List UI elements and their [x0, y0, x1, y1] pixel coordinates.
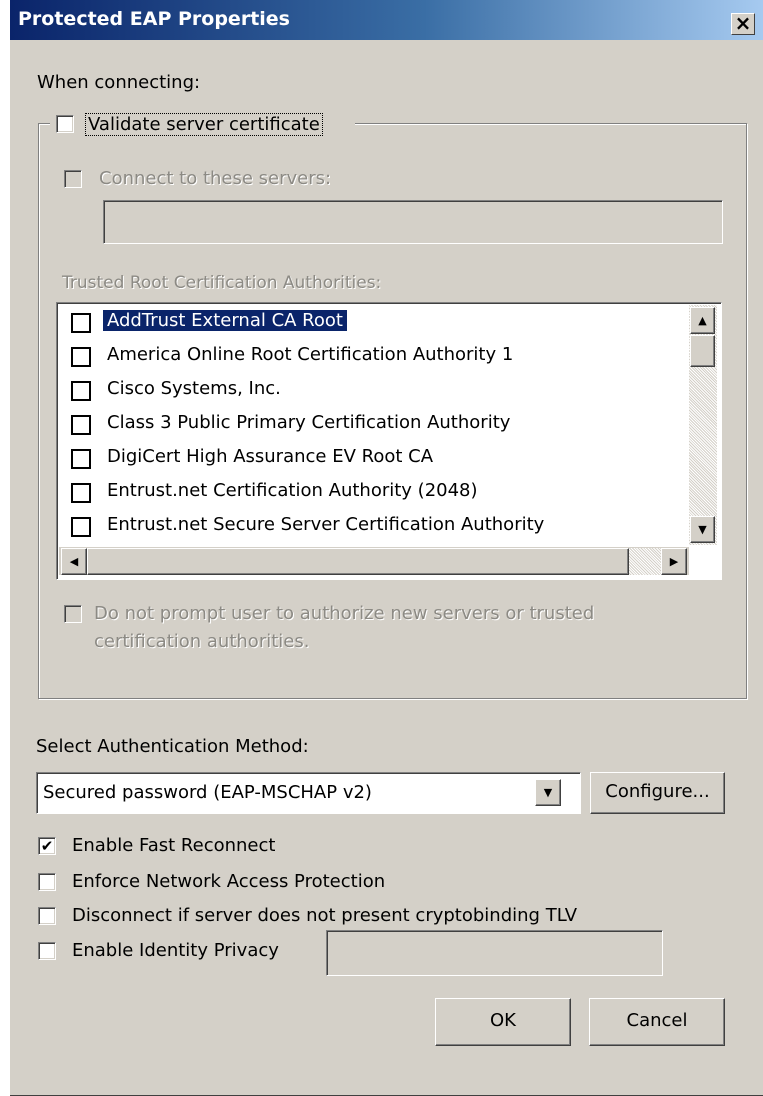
nap-label[interactable]: Enforce Network Access Protection [72, 871, 385, 892]
fast-reconnect-checkbox[interactable]: ✔ [38, 837, 56, 855]
auth-method-label: Select Authentication Method: [36, 736, 309, 757]
horizontal-scroll-track[interactable] [629, 548, 661, 575]
cert-label: Cisco Systems, Inc. [107, 378, 281, 399]
cancel-button[interactable]: Cancel [589, 998, 725, 1046]
cert-list-item[interactable]: America Online Root Certification Author… [59, 340, 679, 374]
when-connecting-label: When connecting: [37, 72, 201, 93]
dropdown-button[interactable]: ▼ [535, 779, 561, 806]
identity-privacy-label[interactable]: Enable Identity Privacy [72, 940, 279, 961]
auth-method-value: Secured password (EAP-MSCHAP v2) [43, 782, 372, 803]
cryptobinding-label[interactable]: Disconnect if server does not present cr… [72, 905, 577, 926]
auth-method-dropdown[interactable]: Secured password (EAP-MSCHAP v2) ▼ [36, 772, 581, 814]
cert-checkbox[interactable] [71, 347, 91, 367]
cert-label: Entrust.net Secure Server Certification … [107, 514, 545, 535]
cert-checkbox[interactable] [71, 415, 91, 435]
ok-label: OK [490, 1010, 516, 1031]
vertical-scrollbar[interactable]: ▲ ▼ [689, 305, 717, 545]
trusted-root-label: Trusted Root Certification Authorities: [62, 273, 382, 293]
cert-label: Class 3 Public Primary Certification Aut… [107, 412, 511, 433]
cryptobinding-checkbox[interactable] [38, 907, 56, 925]
cert-list-item[interactable]: Class 3 Public Primary Certification Aut… [59, 408, 679, 442]
cert-checkbox[interactable] [71, 483, 91, 503]
cancel-label: Cancel [626, 1010, 688, 1031]
validate-server-option[interactable]: Validate server certificate [50, 110, 355, 140]
do-not-prompt-label-line1: Do not prompt user to authorize new serv… [94, 603, 595, 624]
do-not-prompt-checkbox[interactable] [64, 605, 82, 623]
scroll-left-icon: ◀ [69, 555, 79, 568]
fast-reconnect-label[interactable]: Enable Fast Reconnect [72, 835, 275, 856]
cert-list-item[interactable]: Entrust.net Certification Authority (204… [59, 476, 679, 510]
scroll-right-icon: ▶ [669, 555, 679, 568]
cert-list[interactable]: AddTrust External CA Root America Online… [56, 302, 722, 580]
check-icon: ✔ [40, 837, 54, 855]
connect-servers-checkbox[interactable] [64, 170, 82, 188]
cert-checkbox[interactable] [71, 381, 91, 401]
scroll-up-button[interactable]: ▲ [690, 307, 715, 334]
close-button[interactable]: × [731, 13, 755, 35]
horizontal-scrollbar[interactable]: ◀ ▶ [59, 547, 689, 575]
cert-list-item[interactable]: AddTrust External CA Root [59, 306, 679, 340]
cert-list-item[interactable]: Cisco Systems, Inc. [59, 374, 679, 408]
cert-checkbox[interactable] [71, 449, 91, 469]
dialog-window: Protected EAP Properties × When connecti… [10, 0, 763, 1096]
cert-label: America Online Root Certification Author… [107, 344, 514, 365]
validate-server-label[interactable]: Validate server certificate [85, 113, 323, 136]
cert-label: DigiCert High Assurance EV Root CA [107, 446, 434, 467]
servers-input[interactable] [103, 200, 723, 244]
cert-list-item[interactable]: Entrust.net Secure Server Certification … [59, 510, 679, 544]
scroll-down-button[interactable]: ▼ [690, 516, 715, 543]
nap-checkbox[interactable] [38, 873, 56, 891]
configure-label: Configure... [605, 781, 710, 802]
cert-label: Entrust.net Certification Authority (204… [107, 480, 478, 501]
horizontal-scroll-thumb[interactable] [87, 548, 629, 575]
validate-server-checkbox[interactable] [56, 115, 74, 133]
ok-button[interactable]: OK [435, 998, 571, 1046]
scroll-left-button[interactable]: ◀ [61, 548, 87, 575]
scroll-right-button[interactable]: ▶ [661, 548, 687, 575]
scroll-down-icon: ▼ [698, 523, 707, 536]
cert-label: AddTrust External CA Root [103, 310, 347, 331]
identity-privacy-checkbox[interactable] [38, 942, 56, 960]
cert-checkbox[interactable] [71, 313, 91, 333]
do-not-prompt-label-line2: certification authorities. [94, 631, 310, 652]
title-bar[interactable]: Protected EAP Properties × [10, 0, 763, 40]
close-icon: × [734, 11, 752, 35]
connect-servers-label: Connect to these servers: [99, 168, 332, 189]
configure-button[interactable]: Configure... [590, 772, 725, 814]
scroll-up-icon: ▲ [698, 314, 707, 327]
cert-checkbox[interactable] [71, 517, 91, 537]
scroll-thumb[interactable] [690, 335, 715, 367]
window-title: Protected EAP Properties [18, 8, 290, 30]
identity-privacy-input[interactable] [326, 930, 663, 976]
chevron-down-icon: ▼ [543, 786, 553, 799]
cert-list-item[interactable]: DigiCert High Assurance EV Root CA [59, 442, 679, 476]
